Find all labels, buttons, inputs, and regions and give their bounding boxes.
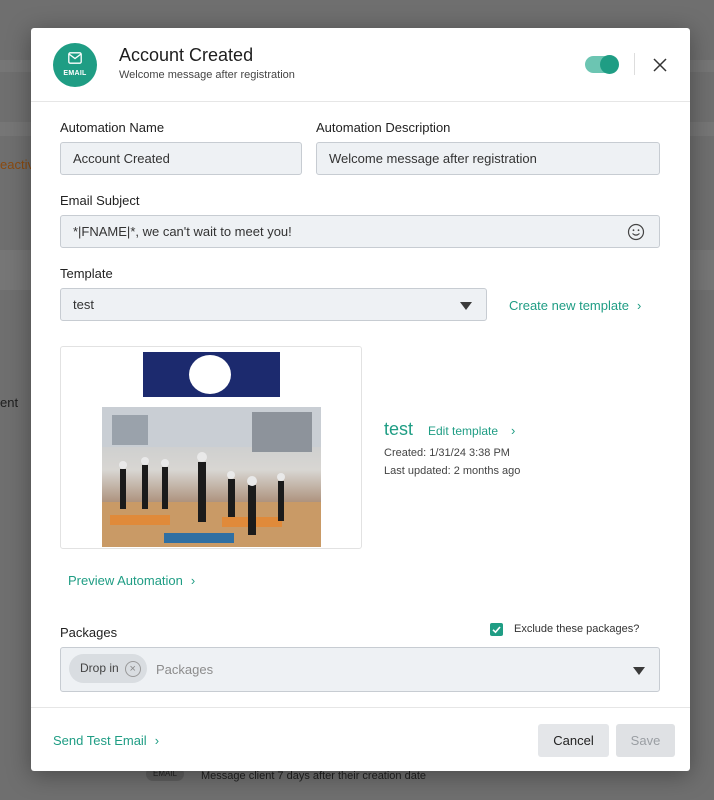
automation-description-label: Automation Description (316, 120, 451, 135)
automation-name-label: Automation Name (60, 120, 165, 135)
background-text: eactiv (0, 157, 34, 172)
yoga-class-illustration (102, 407, 321, 547)
header-divider (634, 53, 635, 75)
template-select[interactable]: test (60, 288, 487, 321)
cancel-button[interactable]: Cancel (538, 724, 609, 757)
email-subject-input[interactable]: *|FNAME|*, we can't wait to meet you! (60, 215, 660, 248)
template-banner-image (143, 352, 280, 397)
send-test-email-label: Send Test Email (53, 733, 147, 748)
chevron-down-icon (633, 667, 645, 675)
template-created: Created: 1/31/24 3:38 PM (384, 447, 510, 459)
modal-footer: Send Test Email › Cancel Save (31, 707, 690, 771)
template-preview-card[interactable] (60, 346, 362, 549)
package-chip-label: Drop in (80, 661, 119, 675)
automation-name-input[interactable]: Account Created (60, 142, 302, 175)
template-last-updated: Last updated: 2 months ago (384, 465, 521, 477)
edit-template-link[interactable]: Edit template › (428, 423, 515, 438)
background-text: ent (0, 395, 19, 410)
enable-toggle[interactable] (585, 55, 619, 74)
packages-select[interactable]: Drop in × Packages (60, 647, 660, 692)
gym-logo (189, 355, 231, 394)
remove-chip-icon[interactable]: × (124, 660, 141, 677)
preview-automation-label: Preview Automation (68, 573, 183, 588)
automation-modal: EMAIL Account Created Welcome message af… (31, 28, 690, 771)
email-subject-value: *|FNAME|*, we can't wait to meet you! (73, 224, 292, 239)
modal-title: Account Created (119, 45, 254, 65)
edit-template-label: Edit template (428, 424, 499, 438)
modal-subtitle: Welcome message after registration (119, 69, 295, 81)
email-subject-label: Email Subject (60, 193, 140, 208)
envelope-icon (68, 52, 82, 64)
chevron-right-icon: › (636, 298, 642, 313)
toggle-knob (600, 55, 619, 74)
create-template-link[interactable]: Create new template › (509, 298, 641, 313)
template-photo (102, 407, 321, 547)
chevron-down-icon (460, 302, 472, 310)
exclude-packages-checkbox[interactable] (490, 623, 503, 636)
preview-automation-link[interactable]: Preview Automation › (68, 573, 195, 588)
modal-header: EMAIL Account Created Welcome message af… (31, 28, 690, 102)
save-button[interactable]: Save (616, 724, 675, 757)
chevron-right-icon: › (154, 733, 160, 748)
packages-label: Packages (60, 625, 118, 640)
send-test-email-link[interactable]: Send Test Email › (53, 733, 159, 748)
checkmark-icon (492, 626, 501, 634)
chevron-right-icon: › (190, 573, 196, 588)
template-label: Template (60, 266, 113, 281)
exclude-packages-label: Exclude these packages? (514, 623, 640, 635)
template-select-value: test (73, 297, 94, 312)
chevron-right-icon: › (511, 423, 516, 438)
avatar-label: EMAIL (63, 70, 87, 77)
email-avatar: EMAIL (53, 43, 97, 87)
background-text: Message client 7 days after their creati… (201, 770, 427, 782)
emoji-icon[interactable] (627, 223, 645, 241)
packages-placeholder: Packages (156, 662, 214, 677)
create-template-label: Create new template (509, 298, 629, 313)
package-chip: Drop in × (69, 654, 147, 683)
close-icon[interactable] (651, 56, 669, 74)
template-name: test (384, 419, 414, 439)
automation-description-input[interactable]: Welcome message after registration (316, 142, 660, 175)
